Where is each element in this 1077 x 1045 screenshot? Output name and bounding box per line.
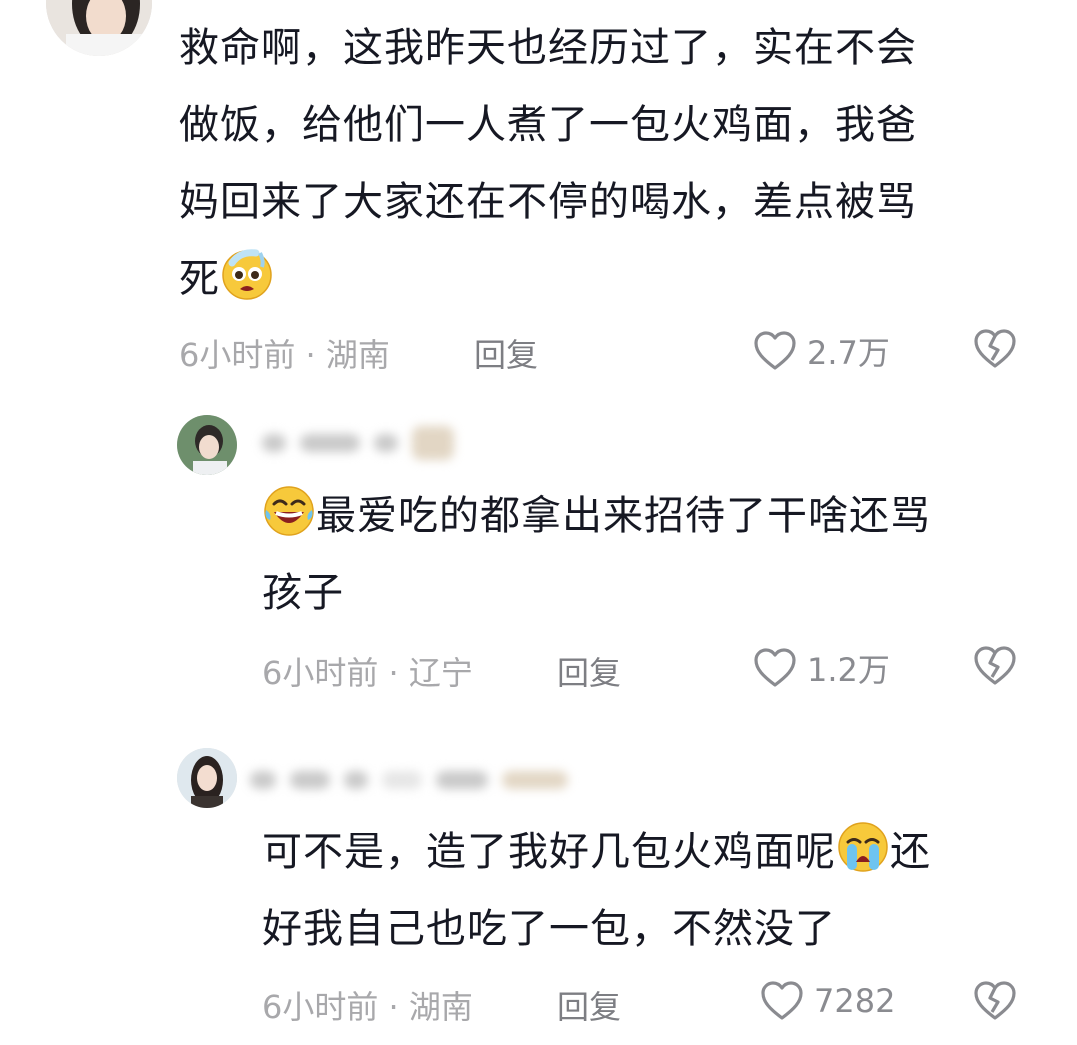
comment-line: 救命啊，这我昨天也经历过了，实在不会: [179, 25, 917, 71]
comment-line: 最爱吃的都拿出来招待了干啥还骂: [262, 478, 931, 555]
dislike-button[interactable]: [973, 328, 1017, 370]
comment-line-text: 可不是，造了我好几包火鸡面呢: [262, 829, 836, 875]
comment-time-location: 6小时前 · 辽宁: [262, 654, 473, 692]
like-count: 7282: [814, 982, 896, 1020]
comment-line: 孩子: [262, 570, 344, 616]
comment-1: 救命啊，这我昨天也经历过了，实在不会 做饭，给他们一人煮了一包火鸡面，我爸 妈回…: [0, 0, 1077, 390]
comment-2: 最爱吃的都拿出来招待了干啥还骂 孩子 6小时前 · 辽宁 回复 1.2万: [0, 390, 1077, 710]
comment-3: 可不是，造了我好几包火鸡面呢 还 好我自己也吃了一包，不然没了 6小时前 · 湖…: [0, 710, 1077, 1045]
comment-line: 好我自己也吃了一包，不然没了: [262, 906, 836, 952]
dislike-button[interactable]: [973, 980, 1017, 1022]
like-button[interactable]: 7282: [760, 980, 895, 1022]
comment-text: 救命啊，这我昨天也经历过了，实在不会 做饭，给他们一人煮了一包火鸡面，我爸 妈回…: [179, 10, 917, 318]
comment-line: 妈回来了大家还在不停的喝水，差点被骂: [179, 179, 917, 225]
avatar-image: [46, 0, 152, 56]
like-count: 1.2万: [807, 651, 890, 689]
broken-heart-outline-icon: [973, 980, 1017, 1022]
avatar-image: [177, 748, 237, 808]
reply-button[interactable]: 回复: [557, 648, 621, 694]
comment-line: 死: [179, 241, 917, 318]
broken-heart-outline-icon: [973, 328, 1017, 370]
heart-outline-icon: [753, 330, 797, 372]
like-button[interactable]: 2.7万: [753, 328, 890, 374]
pleading-sweat-face-icon: [220, 247, 274, 301]
heart-outline-icon: [753, 647, 797, 689]
comment-time-location: 6小时前 · 湖南: [179, 336, 390, 374]
reply-button[interactable]: 回复: [474, 330, 538, 376]
comment-line: 可不是，造了我好几包火鸡面呢 还: [262, 814, 931, 891]
like-count: 2.7万: [807, 334, 890, 372]
comment-line: 做饭，给他们一人煮了一包火鸡面，我爸: [179, 102, 917, 148]
comment-text: 最爱吃的都拿出来招待了干啥还骂 孩子: [262, 478, 931, 632]
comment-line-text: 死: [179, 256, 220, 302]
comment-text: 可不是，造了我好几包火鸡面呢 还 好我自己也吃了一包，不然没了: [262, 814, 931, 968]
avatar[interactable]: [177, 415, 237, 475]
avatar[interactable]: [46, 0, 152, 56]
username-blurred: [262, 426, 454, 460]
broken-heart-outline-icon: [973, 645, 1017, 687]
comment-time-location: 6小时前 · 湖南: [262, 988, 473, 1026]
avatar[interactable]: [177, 748, 237, 808]
comment-line-text: 还: [890, 829, 931, 875]
comment-line-text: 最爱吃的都拿出来招待了干啥还骂: [316, 493, 931, 539]
rofl-face-icon: [262, 484, 316, 538]
like-button[interactable]: 1.2万: [753, 645, 890, 691]
heart-outline-icon: [760, 980, 804, 1022]
dislike-button[interactable]: [973, 645, 1017, 687]
reply-button[interactable]: 回复: [557, 982, 621, 1028]
username-blurred: [250, 767, 568, 793]
loudly-crying-face-icon: [836, 820, 890, 874]
avatar-image: [177, 415, 237, 475]
